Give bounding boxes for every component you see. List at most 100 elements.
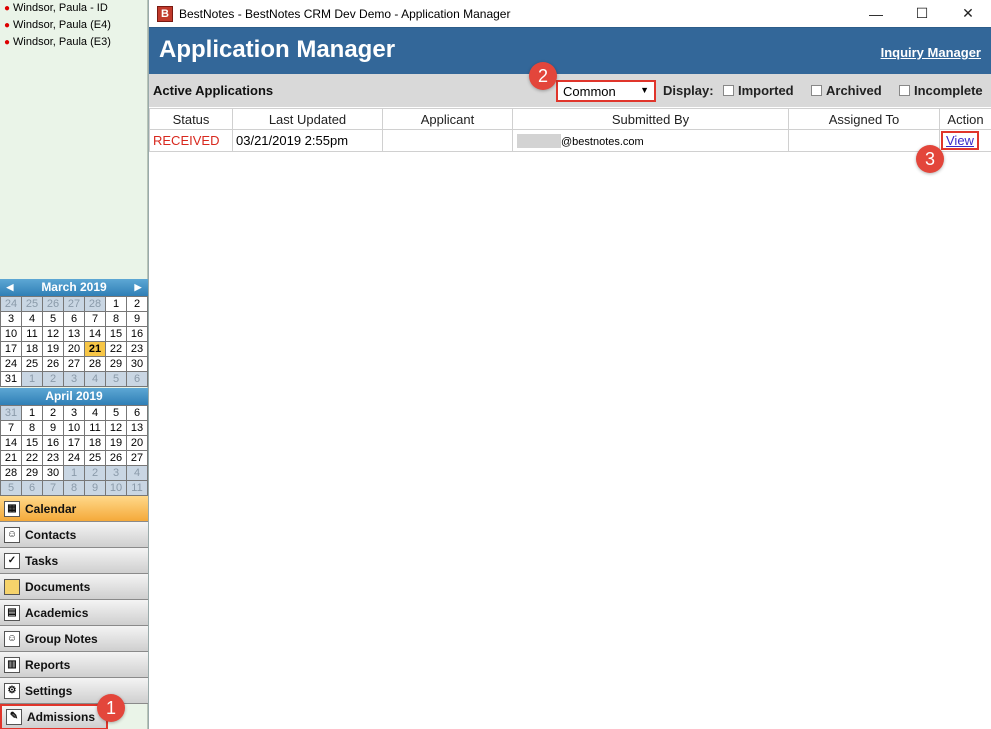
column-header[interactable]: Status [149, 108, 233, 130]
calendar-day[interactable]: 24 [64, 451, 84, 465]
calendar-day[interactable]: 7 [43, 481, 63, 495]
calendar-day[interactable]: 1 [64, 466, 84, 480]
calendar-day[interactable]: 11 [127, 481, 147, 495]
calendar-day[interactable]: 11 [85, 421, 105, 435]
calendar-day[interactable]: 29 [22, 466, 42, 480]
nav-academics[interactable]: ▤ Academics [0, 600, 148, 626]
calendar-day[interactable]: 22 [106, 342, 126, 356]
calendar-day[interactable]: 5 [106, 406, 126, 420]
application-type-select[interactable]: Common ▼ [556, 80, 656, 102]
calendar-day[interactable]: 21 [85, 342, 105, 356]
calendar-day[interactable]: 25 [22, 297, 42, 311]
calendar-day[interactable]: 26 [43, 297, 63, 311]
calendar-day[interactable]: 3 [64, 372, 84, 386]
calendar-day[interactable]: 13 [64, 327, 84, 341]
contact-item[interactable]: ● Windsor, Paula (E3) [0, 34, 147, 51]
calendar-day[interactable]: 13 [127, 421, 147, 435]
prev-month-icon[interactable]: ◀ [3, 279, 17, 296]
calendar-day[interactable]: 16 [43, 436, 63, 450]
calendar-day[interactable]: 20 [127, 436, 147, 450]
nav-group-notes[interactable]: ☺ Group Notes [0, 626, 148, 652]
calendar-day[interactable]: 14 [85, 327, 105, 341]
calendar-day[interactable]: 21 [1, 451, 21, 465]
nav-documents[interactable]: Documents [0, 574, 148, 600]
calendar-day[interactable]: 8 [106, 312, 126, 326]
calendar-day[interactable]: 20 [64, 342, 84, 356]
column-header[interactable]: Assigned To [788, 108, 940, 130]
calendar-day[interactable]: 9 [85, 481, 105, 495]
calendar-day[interactable]: 26 [106, 451, 126, 465]
calendar-day[interactable]: 24 [1, 357, 21, 371]
calendar-day[interactable]: 2 [85, 466, 105, 480]
incomplete-checkbox[interactable]: Incomplete [899, 83, 983, 98]
calendar-day[interactable]: 6 [127, 372, 147, 386]
close-button[interactable]: ✕ [945, 0, 991, 27]
calendar-day[interactable]: 1 [106, 297, 126, 311]
calendar-day[interactable]: 17 [64, 436, 84, 450]
maximize-button[interactable]: ☐ [899, 0, 945, 27]
calendar-day[interactable]: 16 [127, 327, 147, 341]
calendar-day[interactable]: 28 [85, 357, 105, 371]
calendar-day[interactable]: 3 [64, 406, 84, 420]
calendar-day[interactable]: 6 [64, 312, 84, 326]
calendar-day[interactable]: 28 [1, 466, 21, 480]
inquiry-manager-link[interactable]: Inquiry Manager [881, 45, 981, 60]
nav-settings[interactable]: ⚙ Settings [0, 678, 148, 704]
calendar-day[interactable]: 8 [64, 481, 84, 495]
calendar-day[interactable]: 4 [85, 406, 105, 420]
calendar-day[interactable]: 2 [127, 297, 147, 311]
nav-calendar[interactable]: ▦ Calendar [0, 496, 148, 522]
table-row[interactable]: RECEIVED 03/21/2019 2:55pm @bestnotes.co… [149, 129, 991, 152]
column-header[interactable]: Submitted By [512, 108, 789, 130]
calendar-day[interactable]: 10 [64, 421, 84, 435]
calendar-day[interactable]: 2 [43, 406, 63, 420]
contact-item[interactable]: ● Windsor, Paula - ID [0, 0, 147, 17]
calendar-day[interactable]: 15 [22, 436, 42, 450]
minimize-button[interactable]: — [853, 0, 899, 27]
calendar-day[interactable]: 12 [43, 327, 63, 341]
calendar-day[interactable]: 25 [85, 451, 105, 465]
next-month-icon[interactable]: ▶ [131, 279, 145, 296]
nav-admissions[interactable]: ✎ Admissions [0, 704, 108, 729]
calendar-day[interactable]: 17 [1, 342, 21, 356]
calendar-day[interactable]: 9 [127, 312, 147, 326]
calendar-day[interactable]: 3 [1, 312, 21, 326]
calendar-day[interactable]: 8 [22, 421, 42, 435]
calendar-day[interactable]: 23 [127, 342, 147, 356]
calendar-day[interactable]: 6 [22, 481, 42, 495]
calendar-day[interactable]: 2 [43, 372, 63, 386]
calendar-day[interactable]: 11 [22, 327, 42, 341]
calendar-day[interactable]: 23 [43, 451, 63, 465]
view-link[interactable]: View [941, 131, 979, 150]
calendar-day[interactable]: 15 [106, 327, 126, 341]
calendar-day[interactable]: 6 [127, 406, 147, 420]
calendar-day[interactable]: 12 [106, 421, 126, 435]
calendar-day[interactable]: 31 [1, 372, 21, 386]
calendar-day[interactable]: 30 [43, 466, 63, 480]
calendar-day[interactable]: 10 [1, 327, 21, 341]
calendar-day[interactable]: 27 [127, 451, 147, 465]
calendar-day[interactable]: 25 [22, 357, 42, 371]
calendar-day[interactable]: 27 [64, 297, 84, 311]
calendar-day[interactable]: 1 [22, 372, 42, 386]
imported-checkbox[interactable]: Imported [723, 83, 794, 98]
calendar-day[interactable]: 31 [1, 406, 21, 420]
calendar-day[interactable]: 18 [22, 342, 42, 356]
nav-tasks[interactable]: ✓ Tasks [0, 548, 148, 574]
calendar-day[interactable]: 24 [1, 297, 21, 311]
calendar-day[interactable]: 5 [1, 481, 21, 495]
calendar-day[interactable]: 7 [1, 421, 21, 435]
calendar-day[interactable]: 19 [43, 342, 63, 356]
calendar-day[interactable]: 9 [43, 421, 63, 435]
column-header[interactable]: Last Updated [232, 108, 383, 130]
nav-contacts[interactable]: ☺ Contacts [0, 522, 148, 548]
calendar-day[interactable]: 5 [43, 312, 63, 326]
nav-reports[interactable]: ▥ Reports [0, 652, 148, 678]
contact-item[interactable]: ● Windsor, Paula (E4) [0, 17, 147, 34]
calendar-day[interactable]: 1 [22, 406, 42, 420]
calendar-day[interactable]: 28 [85, 297, 105, 311]
calendar-day[interactable]: 5 [106, 372, 126, 386]
calendar-day[interactable]: 4 [127, 466, 147, 480]
calendar-day[interactable]: 19 [106, 436, 126, 450]
calendar-day[interactable]: 10 [106, 481, 126, 495]
